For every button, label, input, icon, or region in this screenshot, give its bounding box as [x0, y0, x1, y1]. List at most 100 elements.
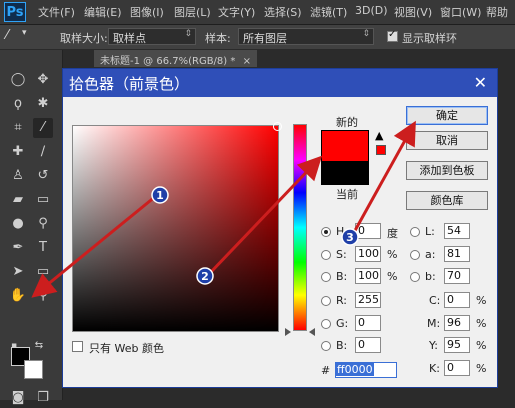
lab-l-radio[interactable]	[410, 227, 420, 237]
red-radio[interactable]	[321, 296, 331, 306]
magenta-unit: %	[476, 317, 487, 330]
close-icon[interactable]: ✕	[474, 73, 487, 92]
document-tab[interactable]: 未标题-1 @ 66.7%(RGB/8) * ×	[94, 50, 257, 67]
hue-unit: 度	[387, 227, 398, 240]
blue-radio[interactable]	[321, 341, 331, 351]
saturation-radio[interactable]	[321, 250, 331, 260]
yellow-label: Y:	[429, 339, 438, 352]
menu-3d[interactable]: 3D(D)	[355, 4, 388, 17]
healing-brush-icon[interactable]: ✚	[8, 142, 28, 162]
menu-select[interactable]: 选择(S)	[264, 4, 302, 20]
blue-input[interactable]: 0	[355, 337, 381, 353]
gamut-correction-swatch[interactable]	[376, 145, 386, 155]
eraser-icon[interactable]: ▰	[8, 190, 28, 210]
gradient-icon[interactable]: ▭	[33, 190, 53, 210]
menu-edit[interactable]: 编辑(E)	[84, 4, 122, 20]
dodge-icon[interactable]: ⚲	[33, 214, 53, 234]
lab-a-label: a:	[425, 248, 436, 261]
hue-radio[interactable]	[321, 227, 331, 237]
saturation-label: S:	[336, 248, 347, 261]
color-field-picker-ring[interactable]	[273, 122, 282, 131]
yellow-input[interactable]: 95	[444, 337, 470, 353]
document-tab-bar: 未标题-1 @ 66.7%(RGB/8) * ×	[36, 50, 515, 67]
black-unit: %	[476, 362, 487, 375]
color-field[interactable]	[72, 122, 282, 332]
new-color-label: 新的	[336, 116, 358, 129]
hue-slider[interactable]	[293, 124, 307, 331]
close-icon[interactable]: ×	[243, 56, 251, 67]
lab-b-radio[interactable]	[410, 272, 420, 282]
sample-select[interactable]: 所有图层 ⇕	[238, 28, 374, 45]
menu-help[interactable]: 帮助	[486, 4, 508, 20]
magenta-label: M:	[427, 317, 441, 330]
blur-icon[interactable]: ●	[8, 214, 28, 234]
rectangle-shape-icon[interactable]: ▭	[33, 262, 53, 282]
show-ring-checkbox[interactable]: ✓	[387, 29, 398, 42]
lab-a-radio[interactable]	[410, 250, 420, 260]
menu-image[interactable]: 图像(I)	[130, 4, 164, 20]
quick-mask-mode-icon[interactable]: ◙	[8, 388, 28, 408]
menu-file[interactable]: 文件(F)	[38, 4, 75, 20]
menu-layer[interactable]: 图层(L)	[174, 4, 211, 20]
tools-panel: ◯ ✥ ϙ ✱ ⌗ ⁄ ✚ ∕ ♙ ↺ ▰ ▭ ● ⚲ ✒ T ➤ ▭ ✋ ⚲ …	[0, 50, 63, 405]
swap-colors-icon[interactable]: ⇆	[32, 340, 46, 352]
menu-view[interactable]: 视图(V)	[394, 4, 432, 20]
lab-b-label: b:	[425, 270, 436, 283]
web-only-checkbox[interactable]	[72, 341, 83, 352]
clone-stamp-icon[interactable]: ♙	[8, 166, 28, 186]
brightness-radio[interactable]	[321, 272, 331, 282]
lab-l-input[interactable]: 54	[444, 223, 470, 239]
brightness-input[interactable]: 100	[355, 268, 381, 284]
hue-slider-left-arrow-icon[interactable]	[285, 328, 291, 336]
history-brush-icon[interactable]: ↺	[33, 166, 53, 186]
red-input[interactable]: 255	[355, 292, 381, 308]
green-radio[interactable]	[321, 319, 331, 329]
dialog-titlebar[interactable]: 拾色器（前景色） ✕	[63, 69, 497, 97]
lab-a-input[interactable]: 81	[444, 246, 470, 262]
magenta-input[interactable]: 96	[444, 315, 470, 331]
type-tool-icon[interactable]: T	[33, 238, 53, 258]
marquee-ellipse-icon[interactable]: ◯	[8, 70, 28, 90]
ok-button[interactable]: 确定	[406, 106, 488, 125]
green-input[interactable]: 0	[355, 315, 381, 331]
pen-icon[interactable]: ✒	[8, 238, 28, 258]
green-label: G:	[336, 317, 349, 330]
new-color-swatch	[321, 130, 369, 162]
move-tool-icon[interactable]: ✥	[33, 70, 53, 90]
black-input[interactable]: 0	[444, 360, 470, 376]
menu-filter[interactable]: 滤镜(T)	[310, 4, 347, 20]
current-color-label: 当前	[336, 188, 358, 201]
zoom-icon[interactable]: ⚲	[33, 286, 53, 306]
path-selection-icon[interactable]: ➤	[8, 262, 28, 282]
color-libraries-button[interactable]: 颜色库	[406, 191, 488, 210]
cyan-input[interactable]: 0	[444, 292, 470, 308]
eyedropper-icon[interactable]: ⁄	[6, 28, 8, 43]
gamut-warning-icon[interactable]: ▲	[375, 130, 387, 142]
options-bar: ⁄ ▾ 取样大小: 取样点 ⇕ 样本: 所有图层 ⇕ ✓ 显示取样环	[0, 25, 515, 50]
lab-l-label: L:	[425, 225, 435, 238]
tool-preset-chevron-icon[interactable]: ▾	[22, 28, 27, 38]
current-color-swatch[interactable]	[321, 161, 369, 185]
eyedropper-icon[interactable]: ⁄	[33, 118, 53, 138]
checkmark-icon: ✓	[388, 29, 397, 40]
hue-slider-right-arrow-icon[interactable]	[309, 328, 315, 336]
chevron-down-icon: ⇕	[184, 29, 192, 39]
screen-mode-icon[interactable]: ❐	[33, 388, 53, 408]
magic-wand-icon[interactable]: ✱	[33, 94, 53, 114]
hand-icon[interactable]: ✋	[8, 286, 28, 306]
hex-input[interactable]: ff0000	[335, 362, 397, 378]
menu-window[interactable]: 窗口(W)	[440, 4, 481, 20]
brush-icon[interactable]: ∕	[33, 142, 53, 162]
crop-icon[interactable]: ⌗	[8, 118, 28, 138]
photoshop-logo: Ps	[4, 2, 26, 22]
background-color-swatch[interactable]	[24, 360, 43, 379]
hue-input[interactable]: 0	[355, 223, 381, 239]
lab-b-input[interactable]: 70	[444, 268, 470, 284]
lasso-icon[interactable]: ϙ	[8, 94, 28, 114]
menu-type[interactable]: 文字(Y)	[218, 4, 255, 20]
sample-value: 所有图层	[243, 32, 287, 45]
sample-size-select[interactable]: 取样点 ⇕	[108, 28, 196, 45]
cancel-button[interactable]: 取消	[406, 131, 488, 150]
saturation-input[interactable]: 100	[355, 246, 381, 262]
add-to-swatches-button[interactable]: 添加到色板	[406, 161, 488, 180]
